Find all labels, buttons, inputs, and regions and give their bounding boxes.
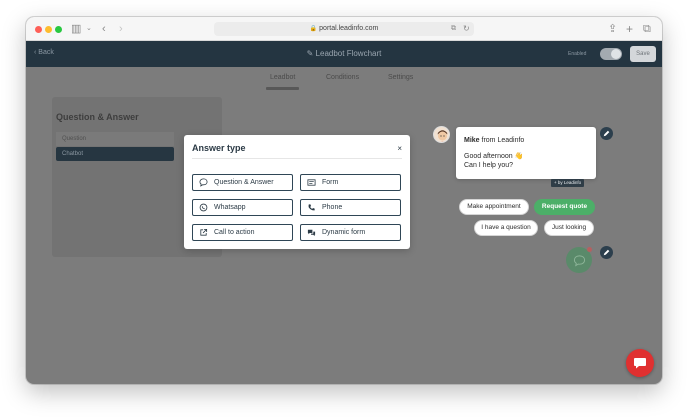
quick-reply-make-appointment[interactable]: Make appointment [459, 199, 529, 215]
save-button[interactable]: Save [630, 46, 656, 62]
translate-icon[interactable]: ⧉ [451, 22, 456, 36]
option-dynamic-form[interactable]: Dynamic form [300, 224, 401, 241]
edit-launcher-button[interactable] [600, 246, 613, 259]
forward-arrow-icon[interactable]: › [119, 22, 123, 36]
enabled-label: Enabled [568, 51, 587, 57]
modal-title: Answer type [192, 143, 246, 153]
close-icon[interactable]: × [397, 144, 402, 153]
option-label: Call to action [214, 229, 255, 236]
form-icon [307, 178, 316, 187]
help-chat-button[interactable] [626, 349, 654, 377]
option-phone[interactable]: Phone [300, 199, 401, 216]
option-call-to-action[interactable]: Call to action [192, 224, 293, 241]
sender-line: Mike from Leadinfo [464, 137, 524, 144]
chat-message-card: Mike from Leadinfo Good afternoon 👋 Can … [456, 127, 596, 179]
maximize-window-button[interactable] [55, 26, 62, 33]
chat-bubble-icon [634, 358, 646, 369]
enabled-toggle[interactable] [600, 48, 622, 60]
modal-divider [192, 158, 402, 159]
chat-icon [573, 254, 585, 267]
whatsapp-icon [199, 203, 208, 212]
sidebar-icon[interactable]: ▥ [71, 22, 81, 36]
quick-reply-just-looking[interactable]: Just looking [544, 220, 594, 236]
tab-leadbot[interactable]: Leadbot [265, 74, 300, 90]
option-label: Whatsapp [214, 204, 246, 211]
option-whatsapp[interactable]: Whatsapp [192, 199, 293, 216]
chat-bubble-icon [199, 178, 208, 187]
powered-by-badge: + by Leadinfo [551, 179, 585, 187]
minimize-window-button[interactable] [45, 26, 52, 33]
message-line-1: Good afternoon 👋 [464, 153, 524, 160]
page-title-text: Leadbot Flowchart [315, 49, 382, 58]
back-arrow-icon[interactable]: ‹ [102, 22, 106, 36]
page-title: ✎ Leadbot Flowchart [306, 49, 382, 58]
answer-type-modal: Answer type × Question & Answer Form Wha… [184, 135, 410, 249]
table-row[interactable]: Chatbot [56, 147, 174, 161]
reload-icon[interactable]: ↻ [463, 22, 470, 36]
pencil-icon [603, 249, 610, 256]
tab-overview-icon[interactable]: ⧉ [643, 22, 651, 36]
tab-settings[interactable]: Settings [388, 74, 413, 81]
quick-reply-question[interactable]: I have a question [474, 220, 538, 236]
sender-suffix: from Leadinfo [481, 137, 525, 144]
close-window-button[interactable] [35, 26, 42, 33]
phone-icon [307, 203, 316, 212]
address-bar[interactable]: 🔒 portal.leadinfo.com [214, 22, 474, 36]
edit-message-button[interactable] [600, 127, 613, 140]
app-header: ‹ Back ✎ Leadbot Flowchart Enabled Save [26, 41, 662, 67]
sender-name: Mike [464, 137, 480, 144]
column-header: Question [56, 132, 174, 146]
tab-bar: Leadbot Conditions Settings [26, 67, 662, 91]
browser-toolbar: ▥ ⌄ ‹ › 🔒 portal.leadinfo.com ⧉ ↻ ⇪ + ⧉ [26, 17, 662, 41]
pencil-icon [603, 130, 610, 137]
avatar [433, 126, 450, 143]
option-label: Form [322, 179, 339, 186]
chat-bubbles-icon [307, 228, 316, 237]
panel-heading: Question & Answer [56, 112, 139, 122]
share-icon[interactable]: ⇪ [608, 22, 617, 36]
url-text: portal.leadinfo.com [319, 25, 379, 32]
message-line-2: Can I help you? [464, 162, 514, 169]
option-label: Question & Answer [214, 179, 274, 186]
chevron-down-icon[interactable]: ⌄ [86, 22, 92, 36]
option-question-answer[interactable]: Question & Answer [192, 174, 293, 191]
lock-icon: 🔒 [309, 26, 318, 32]
quick-reply-request-quote[interactable]: Request quote [534, 199, 595, 215]
option-label: Dynamic form [322, 229, 366, 236]
tab-conditions[interactable]: Conditions [326, 74, 359, 81]
option-form[interactable]: Form [300, 174, 401, 191]
external-link-icon [199, 228, 208, 237]
notification-badge [587, 247, 592, 252]
option-label: Phone [322, 204, 343, 211]
chat-launcher[interactable] [566, 247, 592, 273]
new-tab-icon[interactable]: + [626, 22, 633, 36]
